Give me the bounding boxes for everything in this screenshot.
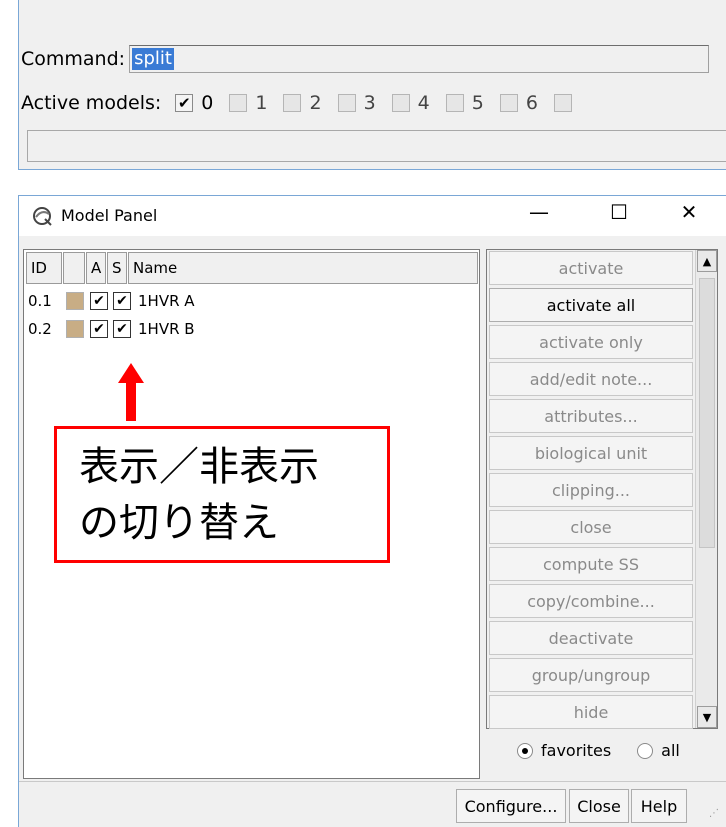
model-color-swatch[interactable] xyxy=(66,292,84,310)
model-name: 1HVR B xyxy=(138,320,195,338)
active-model-checkbox-2[interactable]: 2 xyxy=(283,92,322,114)
favorites-radio-label[interactable]: favorites xyxy=(541,741,611,760)
close-window-button[interactable]: ✕ xyxy=(669,200,709,224)
command-filter: favorites all xyxy=(517,741,680,760)
configure-button[interactable]: Configure... xyxy=(456,789,566,823)
annotation-arrow-icon xyxy=(118,363,144,421)
scroll-down-arrow-icon[interactable]: ▼ xyxy=(697,706,717,728)
cmd-compute-ss-button[interactable]: compute SS xyxy=(489,547,693,581)
model-name: 1HVR A xyxy=(138,292,195,310)
active-model-checkbox-6[interactable]: 6 xyxy=(499,92,538,114)
cmd-deactivate-button[interactable]: deactivate xyxy=(489,621,693,655)
command-label: Command: xyxy=(21,48,126,70)
shown-checkbox[interactable]: ✔ xyxy=(113,292,131,310)
active-model-checkbox-partial[interactable] xyxy=(553,94,572,112)
table-row[interactable]: 0.1 ✔ ✔ 1HVR A xyxy=(28,288,195,314)
divider xyxy=(19,781,726,782)
cmd-activate-all-button[interactable]: activate all xyxy=(489,288,693,322)
cmd-activate-only-button[interactable]: activate only xyxy=(489,325,693,359)
list-header: ID A S Name xyxy=(26,252,479,284)
annotation-line-2: の切り替え xyxy=(79,500,279,546)
active-model-checkbox-3[interactable]: 3 xyxy=(337,92,376,114)
active-checkbox[interactable]: ✔ xyxy=(90,320,108,338)
cmd-biological-unit-button[interactable]: biological unit xyxy=(489,436,693,470)
cmd-copy-combine-button[interactable]: copy/combine... xyxy=(489,584,693,618)
active-models-row: Active models: ✔ 0 1 2 3 4 5 6 xyxy=(21,88,580,118)
command-list-scrollbar[interactable]: ▲ ▼ xyxy=(695,250,717,728)
column-header-color[interactable] xyxy=(63,252,85,284)
cmd-hide-button[interactable]: hide xyxy=(489,695,693,729)
cmd-add-edit-note-button[interactable]: add/edit note... xyxy=(489,362,693,396)
chimera-logo-icon xyxy=(33,207,52,226)
close-button[interactable]: Close xyxy=(569,789,629,823)
help-button[interactable]: Help xyxy=(631,789,687,823)
active-model-checkbox-1[interactable]: 1 xyxy=(229,92,267,114)
status-bar xyxy=(27,130,726,162)
shown-checkbox[interactable]: ✔ xyxy=(113,320,131,338)
checkbox-checked-icon[interactable]: ✔ xyxy=(175,94,194,112)
command-input[interactable]: split xyxy=(129,45,710,73)
maximize-button[interactable]: ☐ xyxy=(599,200,639,224)
command-list[interactable]: activate activate all activate only add/… xyxy=(486,249,718,729)
column-header-id[interactable]: ID xyxy=(26,252,62,284)
active-model-checkbox-0[interactable]: ✔ 0 xyxy=(175,92,213,114)
favorites-radio[interactable] xyxy=(517,742,533,759)
title-bar[interactable]: Model Panel — ☐ ✕ xyxy=(19,196,726,236)
scroll-thumb[interactable] xyxy=(699,278,715,548)
cmd-group-ungroup-button[interactable]: group/ungroup xyxy=(489,658,693,692)
scroll-up-arrow-icon[interactable]: ▲ xyxy=(697,250,717,272)
column-header-active[interactable]: A xyxy=(86,252,106,284)
all-radio-label[interactable]: all xyxy=(661,741,680,760)
minimize-button[interactable]: — xyxy=(519,200,559,224)
column-header-name[interactable]: Name xyxy=(128,252,478,284)
cmd-close-button[interactable]: close xyxy=(489,510,693,544)
active-model-checkbox-4[interactable]: 4 xyxy=(391,92,430,114)
model-id: 0.2 xyxy=(28,320,52,338)
command-row: Command: split xyxy=(21,44,710,74)
command-input-text[interactable]: split xyxy=(132,48,174,70)
active-models-label: Active models: xyxy=(21,92,162,114)
table-row[interactable]: 0.2 ✔ ✔ 1HVR B xyxy=(28,316,195,342)
model-color-swatch[interactable] xyxy=(66,320,84,338)
command-line-window: Command: split Active models: ✔ 0 1 2 3 4… xyxy=(18,0,726,170)
annotation-callout: 表示／非表示 の切り替え xyxy=(54,426,390,563)
column-header-shown[interactable]: S xyxy=(107,252,127,284)
active-checkbox[interactable]: ✔ xyxy=(90,292,108,310)
annotation-line-1: 表示／非表示 xyxy=(79,444,319,490)
window-title: Model Panel xyxy=(61,206,158,225)
model-panel-window: Model Panel — ☐ ✕ ID A S Name 0.1 ✔ ✔ 1H… xyxy=(18,195,726,827)
active-model-checkbox-5[interactable]: 5 xyxy=(445,92,484,114)
cmd-attributes-button[interactable]: attributes... xyxy=(489,399,693,433)
cmd-activate-button[interactable]: activate xyxy=(489,251,693,285)
model-id: 0.1 xyxy=(28,292,52,310)
all-radio[interactable] xyxy=(637,742,654,759)
cmd-clipping-button[interactable]: clipping... xyxy=(489,473,693,507)
resize-grip-icon[interactable]: ⋰ xyxy=(709,808,719,819)
